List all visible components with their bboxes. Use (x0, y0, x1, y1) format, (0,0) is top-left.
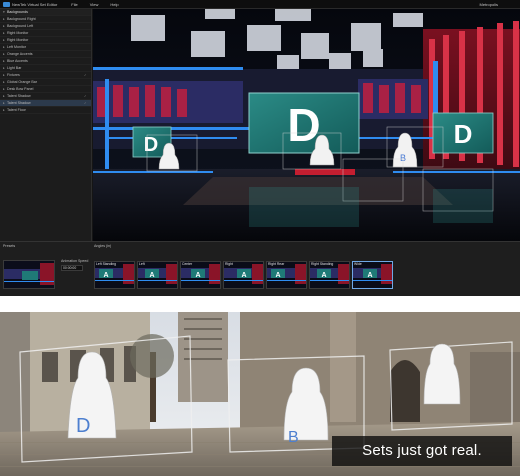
photo-letter-b: B (288, 429, 299, 446)
angles-label: Angles (in) (94, 244, 112, 248)
layer-row[interactable]: ▸ Background Right (0, 16, 91, 23)
layer-label: Background Left (7, 24, 34, 28)
angle-thumbnail[interactable]: Right Rear A (266, 261, 307, 289)
layer-label: Right Monitor (7, 31, 29, 35)
menu-help[interactable]: Help (110, 2, 118, 7)
animation-speed-label: Animation Speed (61, 259, 89, 263)
angle-preview: A (95, 262, 134, 288)
set-viewport[interactable]: D D D B (93, 9, 520, 241)
angle-monitor-letter: A (149, 272, 154, 279)
angle-preview: A (310, 262, 349, 288)
angle-label: Left Standing (96, 262, 116, 266)
animation-speed-input[interactable]: 00:00:00 (61, 265, 83, 271)
app-window: NewTek Virtual Set Editor File View Help… (0, 0, 520, 296)
layers-panel: ▾ Backgrounds ▸ Background Right ▸ Background… (0, 9, 92, 241)
angle-thumbnail[interactable]: Left Standing A (94, 261, 135, 289)
right-monitor-letter: D (454, 119, 473, 149)
angle-thumbnail[interactable]: Right A (223, 261, 264, 289)
layer-row[interactable]: ▸ Talent Shadow ✓ (0, 93, 91, 100)
layer-row[interactable]: ▸ Background Left (0, 23, 91, 30)
angle-monitor-letter: A (195, 272, 200, 279)
layer-row[interactable]: ▸ Light Bar (0, 65, 91, 72)
preset-preview (4, 261, 54, 288)
angle-preview: A (353, 262, 392, 288)
layer-row[interactable]: ▸ Right Monitor (0, 37, 91, 44)
angle-monitor-letter: A (321, 272, 326, 279)
angle-monitor-letter: A (367, 272, 372, 279)
tagline-caption: Sets just got real. (332, 436, 512, 466)
layer-label: Talent Floor (7, 108, 26, 112)
angle-thumbnail[interactable]: Right Standing A (309, 261, 350, 289)
layer-label: Desk Bow Panel (7, 87, 34, 91)
angle-monitor-letter: A (103, 272, 108, 279)
menu-file[interactable]: File (71, 2, 77, 7)
angle-monitor-letter: A (275, 272, 280, 279)
layer-label: Left Monitor (7, 45, 26, 49)
angle-preview: A (138, 262, 177, 288)
layer-row[interactable]: ▸ Desk Bow Panel (0, 86, 91, 93)
angle-label: Left (139, 262, 145, 266)
app-title: NewTek Virtual Set Editor (12, 1, 58, 7)
visibility-check-icon[interactable]: ✓ (84, 101, 88, 105)
layer-label: Backgrounds (7, 10, 28, 14)
layer-row[interactable]: ▸ Talent Floor (0, 107, 91, 114)
visibility-check-icon[interactable]: ✓ (84, 73, 88, 77)
layer-label: Right Monitor (7, 38, 29, 42)
layer-row[interactable]: ▸ Talent Shadow ✓ (0, 100, 91, 107)
angle-label: Right Rear (268, 262, 285, 266)
angle-label: Right (225, 262, 233, 266)
layer-label: Background Right (7, 17, 36, 21)
layer-row[interactable]: ▸ Right Monitor (0, 30, 91, 37)
angle-thumbnail[interactable]: Center A (180, 261, 221, 289)
layer-row[interactable]: ▸ Global Orange Bar (0, 79, 91, 86)
angle-label: Center (182, 262, 193, 266)
photo-letter-d: D (76, 415, 90, 437)
visibility-check-icon[interactable]: ✓ (84, 94, 88, 98)
layer-row[interactable]: ▸ Left Monitor (0, 44, 91, 51)
layer-label: Light Bar (7, 66, 22, 70)
angle-thumbnail[interactable]: Wide A (352, 261, 393, 289)
angle-preview: A (267, 262, 306, 288)
angle-label: Wide (354, 262, 362, 266)
layer-label: Fixtures (7, 73, 20, 77)
angle-thumbnail[interactable]: Left A (137, 261, 178, 289)
layer-label: Blue Accents (7, 59, 28, 63)
bottom-panel: Presets Angles (in) Animation Speed 00:0… (0, 241, 520, 296)
angle-preview: A (224, 262, 263, 288)
layer-row[interactable]: ▸ Blue Accents (0, 58, 91, 65)
layer-row[interactable]: ▸ Fixtures ✓ (0, 72, 91, 79)
layer-label: Talent Shadow (7, 101, 31, 105)
presets-label: Presets (3, 244, 16, 248)
real-world-photo: D B Sets just got real. (0, 312, 520, 476)
layer-label: Global Orange Bar (7, 80, 37, 84)
angle-monitor-letter: A (241, 272, 246, 279)
layer-label: Orange Accents (7, 52, 33, 56)
left-monitor-letter: D (144, 134, 158, 156)
menu-bar: NewTek Virtual Set Editor File View Help… (0, 0, 520, 9)
angle-preview: A (181, 262, 220, 288)
layer-row[interactable]: ▸ Orange Accents (0, 51, 91, 58)
preset-thumbnail[interactable] (3, 260, 55, 289)
layer-label: Talent Shadow (7, 94, 31, 98)
virtual-set-render: D D D B (93, 9, 520, 241)
menu-view[interactable]: View (90, 2, 99, 7)
app-logo-icon (3, 1, 10, 7)
angle-label: Right Standing (311, 262, 334, 266)
layer-row[interactable]: ▾ Backgrounds (0, 9, 91, 16)
workspace-label: Metropolis (479, 1, 498, 7)
